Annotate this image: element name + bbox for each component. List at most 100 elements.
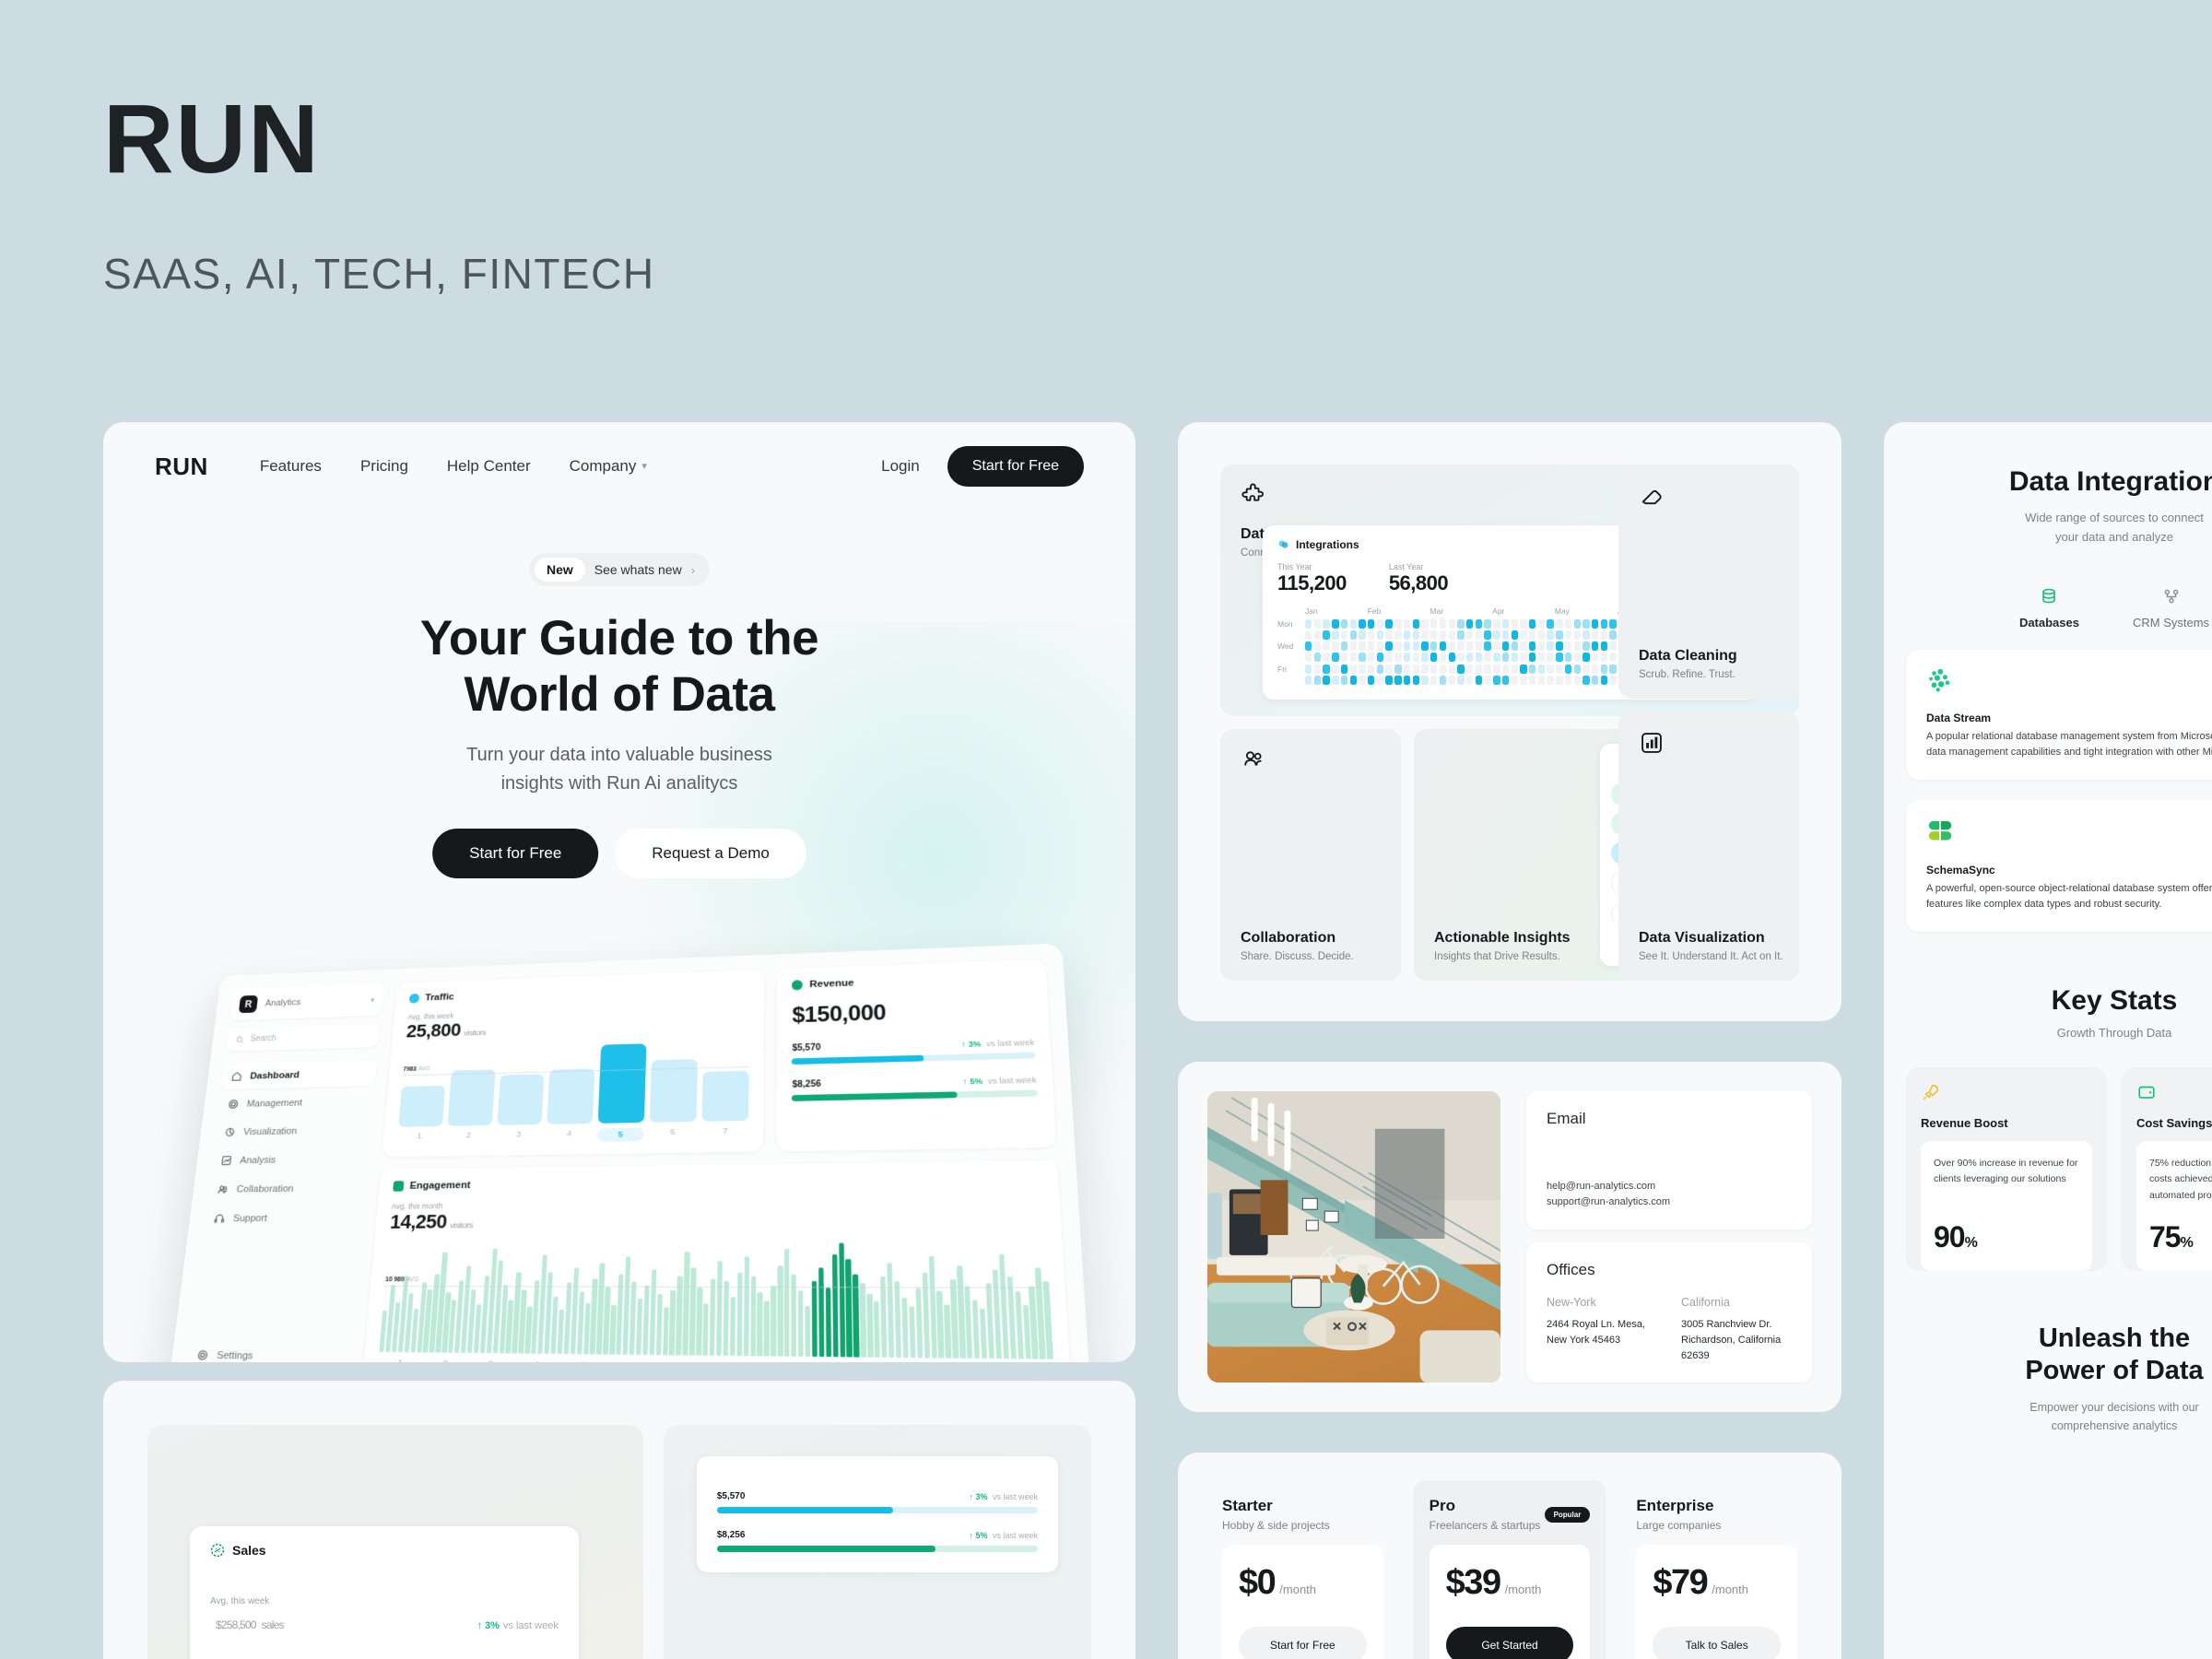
heatmap-cell[interactable] [1376,653,1384,663]
heatmap-cell[interactable] [1394,618,1402,629]
heatmap-cell[interactable] [1421,653,1429,663]
nav-item-pricing[interactable]: Pricing [360,457,408,476]
heatmap-cell[interactable] [1439,641,1447,652]
heatmap-cell[interactable] [1340,629,1348,640]
heatmap-cell[interactable] [1547,618,1554,629]
heatmap-cell[interactable] [1332,664,1339,674]
heatmap-cell[interactable] [1609,641,1617,652]
heatmap-cell[interactable] [1332,618,1339,629]
heatmap-cell[interactable] [1556,629,1563,640]
heatmap-cell[interactable] [1376,664,1384,674]
heatmap-cell[interactable] [1511,618,1518,629]
heatmap-cell[interactable] [1484,629,1491,640]
heatmap-cell[interactable] [1385,653,1393,663]
heatmap-cell[interactable] [1475,618,1483,629]
heatmap-cell[interactable] [1439,618,1447,629]
heatmap-cell[interactable] [1465,664,1474,674]
login-link[interactable]: Login [881,457,920,476]
heatmap-cell[interactable] [1421,641,1429,652]
heatmap-cell[interactable] [1439,653,1447,663]
heatmap-cell[interactable] [1394,653,1402,663]
heatmap-cell[interactable] [1439,676,1447,685]
heatmap-cell[interactable] [1547,676,1554,685]
hero-logo[interactable]: RUN [155,453,208,481]
heatmap-cell[interactable] [1403,664,1411,674]
nav-item-company[interactable]: Company ▾ [570,457,647,476]
heatmap-cell[interactable] [1448,629,1455,640]
heatmap-cell[interactable] [1501,664,1510,674]
heatmap-cell[interactable] [1501,618,1510,629]
heatmap-cell[interactable] [1439,664,1447,674]
tile-data-visualization[interactable]: Data Visualization See It. Understand It… [1618,711,1799,981]
heatmap-cell[interactable] [1313,641,1322,652]
heatmap-cell[interactable] [1465,629,1474,640]
heatmap-cell[interactable] [1376,629,1384,640]
heatmap-cell[interactable] [1583,664,1590,674]
heatmap-cell[interactable] [1501,629,1510,640]
heatmap-cell[interactable] [1475,641,1483,652]
heatmap-cell[interactable] [1484,664,1491,674]
heatmap-cell[interactable] [1583,676,1590,685]
heatmap-cell[interactable] [1313,618,1322,629]
heatmap-cell[interactable] [1430,629,1438,640]
heatmap-cell[interactable] [1368,653,1375,663]
heatmap-cell[interactable] [1583,629,1590,640]
heatmap-cell[interactable] [1430,641,1438,652]
heatmap-cell[interactable] [1368,676,1375,685]
heatmap-cell[interactable] [1457,629,1465,640]
heatmap-cell[interactable] [1573,641,1581,652]
heatmap-cell[interactable] [1609,664,1617,674]
heatmap-cell[interactable] [1305,641,1312,652]
heatmap-cell[interactable] [1556,664,1563,674]
heatmap-cell[interactable] [1368,629,1375,640]
heatmap-cell[interactable] [1394,641,1402,652]
heatmap-cell[interactable] [1583,641,1590,652]
heatmap-cell[interactable] [1421,664,1429,674]
heatmap-cell[interactable] [1305,664,1312,674]
heatmap-cell[interactable] [1564,641,1572,652]
heatmap-cell[interactable] [1511,676,1518,685]
plan-cta-enterprise[interactable]: Talk to Sales [1653,1627,1782,1659]
heatmap-cell[interactable] [1349,629,1358,640]
heatmap-cell[interactable] [1564,618,1572,629]
heatmap-cell[interactable] [1583,653,1590,663]
heatmap-cell[interactable] [1520,664,1527,674]
heatmap-cell[interactable] [1528,629,1536,640]
heatmap-cell[interactable] [1412,618,1420,629]
account-switcher[interactable]: R Analytics ▾ [229,983,384,1021]
heatmap-cell[interactable] [1412,676,1420,685]
heatmap-cell[interactable] [1349,664,1358,674]
heatmap-cell[interactable] [1592,618,1599,629]
heatmap-cell[interactable] [1359,676,1366,685]
nav-item-help-center[interactable]: Help Center [447,457,531,476]
heatmap-cell[interactable] [1592,629,1599,640]
heatmap-cell[interactable] [1493,629,1500,640]
heatmap-cell[interactable] [1600,618,1608,629]
heatmap-cell[interactable] [1528,653,1536,663]
heatmap-cell[interactable] [1501,641,1510,652]
heatmap-cell[interactable] [1332,629,1339,640]
heatmap-cell[interactable] [1385,618,1393,629]
tab-crm-systems[interactable]: CRM Systems [2133,584,2209,629]
heatmap-cell[interactable] [1368,618,1375,629]
heatmap-cell[interactable] [1556,676,1563,685]
heatmap-cell[interactable] [1564,676,1572,685]
heatmap-cell[interactable] [1465,618,1474,629]
tile-data-cleaning[interactable]: Data Cleaning Scrub. Refine. Trust. [1618,465,1799,699]
heatmap-cell[interactable] [1547,664,1554,674]
heatmap-cell[interactable] [1313,664,1322,674]
sidebar-item-support[interactable]: Support [203,1204,364,1231]
heatmap-cell[interactable] [1528,664,1536,674]
heatmap-cell[interactable] [1376,618,1384,629]
heatmap-cell[interactable] [1501,676,1510,685]
heatmap-cell[interactable] [1609,629,1617,640]
heatmap-cell[interactable] [1520,653,1527,663]
heatmap-cell[interactable] [1537,664,1546,674]
heatmap-cell[interactable] [1573,653,1581,663]
heatmap-cell[interactable] [1448,653,1455,663]
heatmap-cell[interactable] [1359,653,1366,663]
heatmap-cell[interactable] [1573,676,1581,685]
nav-item-features[interactable]: Features [260,457,322,476]
heatmap-cell[interactable] [1609,653,1617,663]
heatmap-cell[interactable] [1323,641,1330,652]
